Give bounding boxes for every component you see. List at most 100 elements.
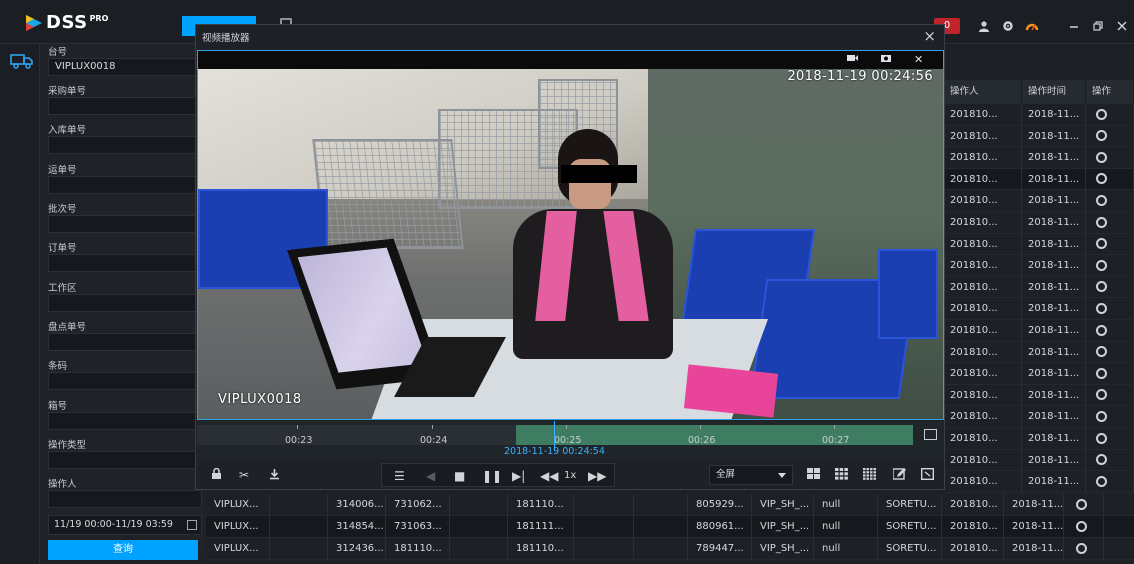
frame-settings-icon[interactable]: ☰ — [394, 469, 405, 483]
row-settings-icon[interactable] — [1096, 151, 1107, 163]
edit-icon[interactable] — [892, 468, 906, 483]
row-settings-icon[interactable] — [1096, 216, 1107, 228]
restore-icon[interactable] — [1086, 18, 1110, 34]
work-area-input[interactable] — [48, 294, 202, 312]
user-icon[interactable] — [972, 18, 996, 34]
row-settings-icon[interactable] — [1096, 194, 1107, 206]
col-header-operator[interactable]: 操作人 — [944, 80, 1022, 104]
table-row[interactable]: VIPLUX... 314006... 731062... 181110... 8059… — [206, 494, 1134, 516]
operator-input[interactable] — [48, 490, 202, 508]
table-row[interactable]: 201810... 2018-11... — [944, 449, 1134, 472]
table-row[interactable]: 201810... 2018-11... — [944, 104, 1134, 126]
slow-down-icon[interactable]: ◀◀ — [540, 469, 558, 483]
lock-icon[interactable] — [211, 467, 222, 483]
row-settings-icon[interactable] — [1096, 410, 1107, 422]
truck-icon[interactable] — [10, 50, 36, 72]
table-row[interactable]: 201810... 2018-11... — [944, 320, 1134, 342]
field-label-work-area: 工作区 — [48, 283, 77, 294]
table-row[interactable]: 201810... 2018-11... — [944, 384, 1134, 407]
inbound-no-input[interactable] — [48, 136, 202, 154]
table-row[interactable]: 201810... 2018-11... — [944, 168, 1134, 191]
cell-operator: 201810... — [944, 212, 1022, 233]
box-no-input[interactable] — [48, 412, 202, 430]
dialog-title: 视频播放器 — [202, 33, 250, 44]
minimize-icon[interactable] — [1062, 18, 1086, 34]
table-row[interactable]: VIPLUX... 312436... 181110... 181110... 7894… — [206, 538, 1134, 560]
cell-action — [1064, 516, 1104, 537]
table-row[interactable]: 201810... 2018-11... — [944, 341, 1134, 364]
barcode-input[interactable] — [48, 372, 202, 390]
table-row[interactable]: 201810... 2018-11... — [944, 298, 1134, 320]
scissors-clip-icon[interactable]: ✂ — [239, 468, 249, 482]
pause-icon[interactable]: ❚❚ — [482, 469, 502, 483]
table-cell: SORETU... — [878, 516, 942, 537]
col-header-op-time[interactable]: 操作时间 — [1022, 80, 1086, 104]
row-settings-icon[interactable] — [1096, 475, 1107, 487]
close-stream-icon[interactable]: ✕ — [914, 53, 923, 66]
layout-2x2-icon[interactable] — [807, 468, 820, 483]
table-row[interactable]: 201810... 2018-11... — [944, 233, 1134, 256]
playback-timeline[interactable]: 00:23 00:24 00:25 00:26 00:27 2018-11-19… — [197, 421, 944, 459]
row-settings-icon[interactable] — [1096, 259, 1107, 271]
table-row[interactable]: 201810... 2018-11... — [944, 212, 1134, 234]
gauge-icon[interactable] — [1020, 18, 1044, 34]
close-icon[interactable] — [1110, 18, 1134, 34]
layout-4x4-icon[interactable] — [863, 468, 876, 483]
layout-select[interactable]: 全屏 — [709, 465, 793, 485]
layout-3x3-icon[interactable] — [835, 468, 848, 483]
table-row[interactable]: 201810... 2018-11... — [944, 276, 1134, 299]
batch-no-input[interactable] — [48, 215, 202, 233]
inventory-no-input[interactable] — [48, 333, 202, 351]
fast-forward-icon[interactable]: ▶▶ — [588, 469, 606, 483]
timeline-settings-icon[interactable] — [924, 429, 937, 440]
table-row[interactable]: 201810... 2018-11... — [944, 363, 1134, 385]
snapshot-camera-icon[interactable] — [880, 53, 892, 66]
fullscreen-icon[interactable] — [920, 467, 935, 483]
operation-type-input[interactable] — [48, 451, 202, 469]
table-row[interactable]: 201810... 2018-11... — [944, 255, 1134, 277]
order-no-input[interactable] — [48, 254, 202, 272]
row-settings-icon[interactable] — [1076, 520, 1087, 532]
row-settings-icon[interactable] — [1096, 454, 1107, 466]
table-row[interactable]: 201810... 2018-11... — [944, 147, 1134, 169]
step-back-icon[interactable]: ◀ — [426, 469, 435, 483]
calendar-icon[interactable] — [187, 520, 197, 530]
waybill-no-input[interactable] — [48, 176, 202, 194]
row-settings-icon[interactable] — [1096, 281, 1107, 293]
table-row[interactable]: 201810... 2018-11... — [944, 428, 1134, 450]
table-row[interactable]: VIPLUX... 314854... 731063... 181111... 8809… — [206, 516, 1134, 538]
video-pane[interactable]: ✕ 2018-11-19 00:24:56 VIPLUX0018 — [197, 50, 944, 420]
row-settings-icon[interactable] — [1076, 498, 1087, 510]
dialog-close-icon[interactable]: × — [923, 27, 936, 45]
row-settings-icon[interactable] — [1096, 389, 1107, 401]
table-row[interactable]: 201810... 2018-11... — [944, 406, 1134, 428]
query-button[interactable]: 查询 — [48, 540, 198, 560]
row-settings-icon[interactable] — [1096, 302, 1107, 314]
row-settings-icon[interactable] — [1096, 346, 1107, 358]
station-input[interactable]: VIPLUX0018 — [48, 58, 202, 76]
table-row[interactable]: 201810... 2018-11... — [944, 471, 1134, 493]
table-cell: 2018-11... — [1004, 516, 1064, 537]
purchase-no-input[interactable] — [48, 97, 202, 115]
row-settings-icon[interactable] — [1096, 324, 1107, 336]
stop-icon[interactable]: ■ — [454, 469, 465, 483]
row-settings-icon[interactable] — [1076, 542, 1087, 554]
table-row[interactable]: 201810... 2018-11... — [944, 125, 1134, 148]
table-cell: 880961... — [688, 516, 752, 537]
row-settings-icon[interactable] — [1096, 367, 1107, 379]
row-settings-icon[interactable] — [1096, 108, 1107, 120]
record-icon[interactable] — [846, 53, 859, 66]
date-range-input[interactable]: 11/19 00:00-11/19 03:59 — [48, 515, 202, 535]
table-row[interactable]: 201810... 2018-11... — [944, 190, 1134, 212]
table-cell: VIP_SH_... — [752, 516, 814, 537]
row-settings-icon[interactable] — [1096, 130, 1107, 142]
date-range-value: 11/19 00:00-11/19 03:59 — [54, 519, 173, 530]
app-window: DSS PRO 0 台号 VIPLUX0018 采购单号 入库单号 运单号 批次… — [0, 0, 1134, 564]
row-settings-icon[interactable] — [1096, 238, 1107, 250]
settings-gear-icon[interactable] — [996, 18, 1020, 34]
next-frame-icon[interactable]: ▶| — [512, 469, 525, 483]
row-settings-icon[interactable] — [1096, 432, 1107, 444]
row-settings-icon[interactable] — [1096, 173, 1107, 185]
cell-operator: 201810... — [944, 255, 1022, 276]
download-icon[interactable] — [269, 468, 280, 483]
